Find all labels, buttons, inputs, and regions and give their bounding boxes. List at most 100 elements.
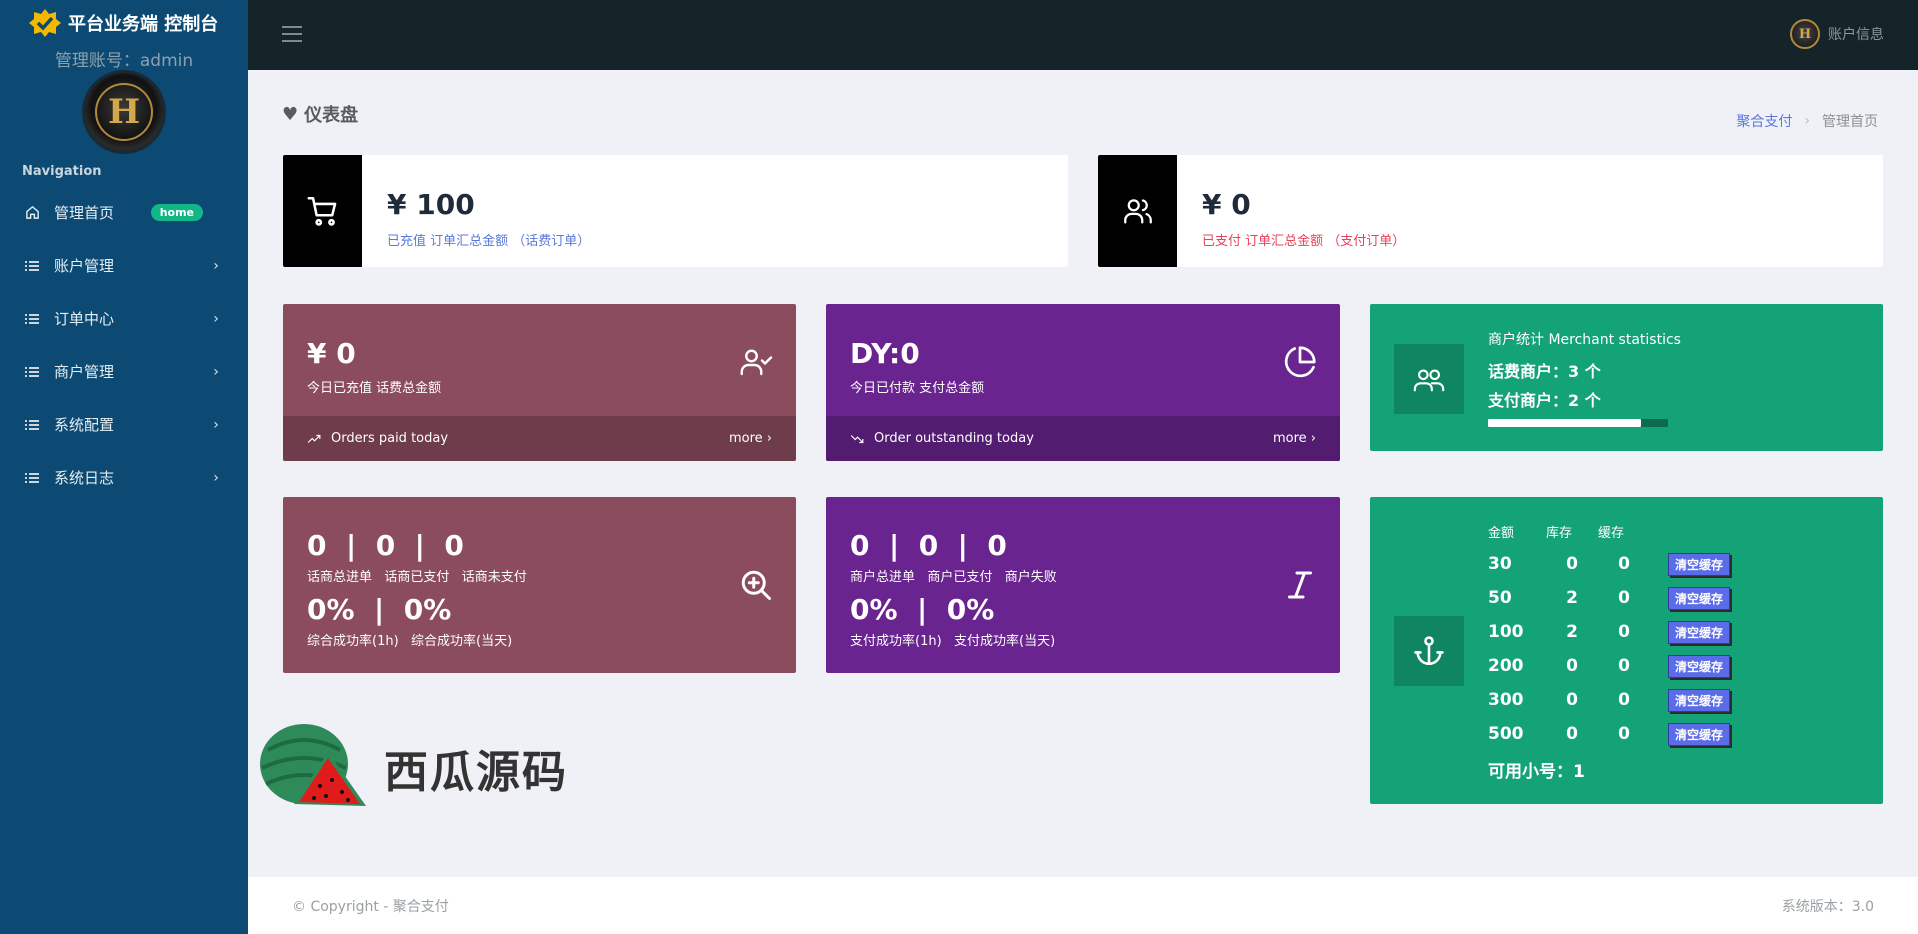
watermelon-logo-icon	[260, 724, 366, 806]
sidebar-item-label: 账户管理	[54, 257, 115, 275]
today-recharged-value: ¥ 0	[307, 337, 356, 370]
phone-order-stats-card: 0 | 0 | 0 话商总进单 话商已支付 话商未支付 0% | 0% 综合成功…	[283, 497, 796, 673]
recharged-total-card: ¥ 100 已充值 订单汇总金额 （话费订单）	[283, 155, 1068, 267]
more-link[interactable]: more ›	[1273, 431, 1316, 446]
phone-order-rates: 0% | 0%	[307, 593, 452, 626]
anchor-icon	[1414, 636, 1444, 666]
merchant-order-rate-labels: 支付成功率(1h) 支付成功率(当天)	[850, 634, 1056, 649]
chevron-right-icon: ›	[213, 416, 219, 433]
users-icon	[1413, 369, 1445, 392]
table-row: 100 2 0 清空缓存	[1488, 615, 1731, 649]
users-icon	[1123, 199, 1152, 224]
table-row: 50 2 0 清空缓存	[1488, 581, 1731, 615]
cart-icon-box	[283, 155, 362, 267]
clear-cache-button[interactable]: 清空缓存	[1668, 586, 1731, 610]
recharged-total-label: 已充值 订单汇总金额 （话费订单）	[387, 234, 591, 249]
sidebar-item-logs[interactable]: 系统日志 ›	[0, 451, 248, 504]
page-title: ♥ 仪表盘	[282, 101, 358, 127]
breadcrumb-link[interactable]: 聚合支付	[1736, 111, 1792, 131]
stock-count: 0	[1566, 554, 1578, 574]
today-paid-value: DY:0	[850, 337, 920, 370]
page-title-text: 仪表盘	[304, 105, 359, 126]
column-header: 缓存	[1598, 525, 1625, 541]
sidebar-item-dashboard[interactable]: 管理首页 home	[0, 186, 248, 239]
stock-count: 0	[1566, 656, 1578, 676]
sidebar: 平台业务端 控制台 管理账号：admin H Navigation 管理首页 h…	[0, 0, 248, 934]
clear-cache-button[interactable]: 清空缓存	[1668, 552, 1731, 576]
anchor-icon-box	[1394, 616, 1464, 686]
list-icon	[24, 258, 40, 274]
today-recharged-footer: Orders paid today more ›	[283, 416, 796, 461]
merchant-stats-title: 商户统计 Merchant statistics	[1488, 332, 1681, 348]
chevron-right-icon: ›	[213, 469, 219, 486]
stock-cache: 0	[1618, 554, 1630, 574]
list-icon	[24, 311, 40, 327]
brand-title: 平台业务端 控制台	[68, 14, 219, 35]
clear-cache-button[interactable]: 清空缓存	[1668, 654, 1731, 678]
stock-cache: 0	[1618, 588, 1630, 608]
recharged-total-value: ¥ 100	[387, 188, 475, 221]
more-link[interactable]: more ›	[729, 431, 772, 446]
sidebar-item-label: 订单中心	[54, 310, 115, 328]
cart-icon	[307, 196, 336, 226]
merchant-stats-card: 商户统计 Merchant statistics 话费商户：3 个 支付商户：2…	[1370, 304, 1883, 451]
stock-count: 0	[1566, 690, 1578, 710]
stock-count: 0	[1566, 724, 1578, 744]
avatar[interactable]: H	[82, 70, 166, 154]
table-row: 30 0 0 清空缓存	[1488, 547, 1731, 581]
users-icon-box	[1098, 155, 1177, 267]
clear-cache-button[interactable]: 清空缓存	[1668, 688, 1731, 712]
today-paid-footer: Order outstanding today more ›	[826, 416, 1340, 461]
paid-total-card: ¥ 0 已支付 订单汇总金额 （支付订单）	[1098, 155, 1883, 267]
available-accounts: 可用小号：1	[1488, 762, 1585, 782]
today-paid-label: 今日已付款 支付总金额	[850, 381, 985, 396]
watermark-text: 西瓜源码	[384, 746, 568, 798]
sidebar-item-label: 管理首页	[54, 204, 115, 222]
account-label: 账户信息	[1828, 27, 1884, 43]
brand[interactable]: 平台业务端 控制台	[0, 0, 248, 46]
sidebar-item-accounts[interactable]: 账户管理 ›	[0, 239, 248, 292]
stock-count: 2	[1566, 622, 1578, 642]
phone-merchant-count: 话费商户：3 个	[1488, 362, 1601, 381]
account-menu[interactable]: H 账户信息	[1790, 19, 1884, 49]
today-recharged-label: 今日已充值 话费总金额	[307, 381, 442, 396]
breadcrumb-current: 管理首页	[1822, 114, 1878, 130]
list-icon	[24, 364, 40, 380]
trending-up-icon	[307, 434, 321, 443]
watermark: 西瓜源码	[254, 720, 568, 815]
stock-count: 2	[1566, 588, 1578, 608]
sidebar-item-merchants[interactable]: 商户管理 ›	[0, 345, 248, 398]
stock-cache: 0	[1618, 724, 1630, 744]
list-icon	[24, 417, 40, 433]
pie-chart-icon	[1284, 346, 1316, 378]
table-row: 200 0 0 清空缓存	[1488, 649, 1731, 683]
italic-icon	[1288, 571, 1312, 599]
trending-down-icon	[850, 434, 864, 443]
users-icon-box	[1394, 344, 1464, 414]
sidebar-item-orders[interactable]: 订单中心 ›	[0, 292, 248, 345]
stock-amount: 100	[1488, 622, 1524, 642]
clear-cache-button[interactable]: 清空缓存	[1668, 722, 1731, 746]
merchant-order-stats-card: 0 | 0 | 0 商户总进单 商户已支付 商户失败 0% | 0% 支付成功率…	[826, 497, 1340, 673]
stock-card: 金额 库存 缓存 30 0 0 清空缓存 50 2 0 清空缓存 100 2 0…	[1370, 497, 1883, 804]
stock-cache: 0	[1618, 690, 1630, 710]
pay-merchant-count: 支付商户：2 个	[1488, 391, 1601, 410]
phone-order-rate-labels: 综合成功率(1h) 综合成功率(当天)	[307, 634, 513, 649]
hamburger-menu-icon[interactable]	[282, 26, 302, 44]
phone-order-count-labels: 话商总进单 话商已支付 话商未支付	[307, 570, 527, 585]
nav-list: 管理首页 home 账户管理 › 订单中心 › 商户管理 › 系统配置 › 系统…	[0, 186, 248, 504]
sidebar-item-label: 系统日志	[54, 469, 115, 487]
stock-amount: 500	[1488, 724, 1524, 744]
footer: © Copyright - 聚合支付 系统版本：3.0	[248, 877, 1918, 934]
version-text: 系统版本：3.0	[1781, 898, 1874, 915]
sidebar-item-settings[interactable]: 系统配置 ›	[0, 398, 248, 451]
sidebar-item-label: 系统配置	[54, 416, 115, 434]
stock-table: 金额 库存 缓存 30 0 0 清空缓存 50 2 0 清空缓存 100 2 0…	[1488, 521, 1731, 782]
today-recharged-card: ¥ 0 今日已充值 话费总金额 Orders paid today more ›	[283, 304, 796, 461]
paid-total-label: 已支付 订单汇总金额 （支付订单）	[1202, 234, 1406, 249]
clear-cache-button[interactable]: 清空缓存	[1668, 620, 1731, 644]
stock-cache: 0	[1618, 622, 1630, 642]
breadcrumb-separator: ›	[1804, 113, 1810, 129]
nav-heading: Navigation	[22, 164, 102, 179]
user-check-icon	[740, 349, 773, 376]
